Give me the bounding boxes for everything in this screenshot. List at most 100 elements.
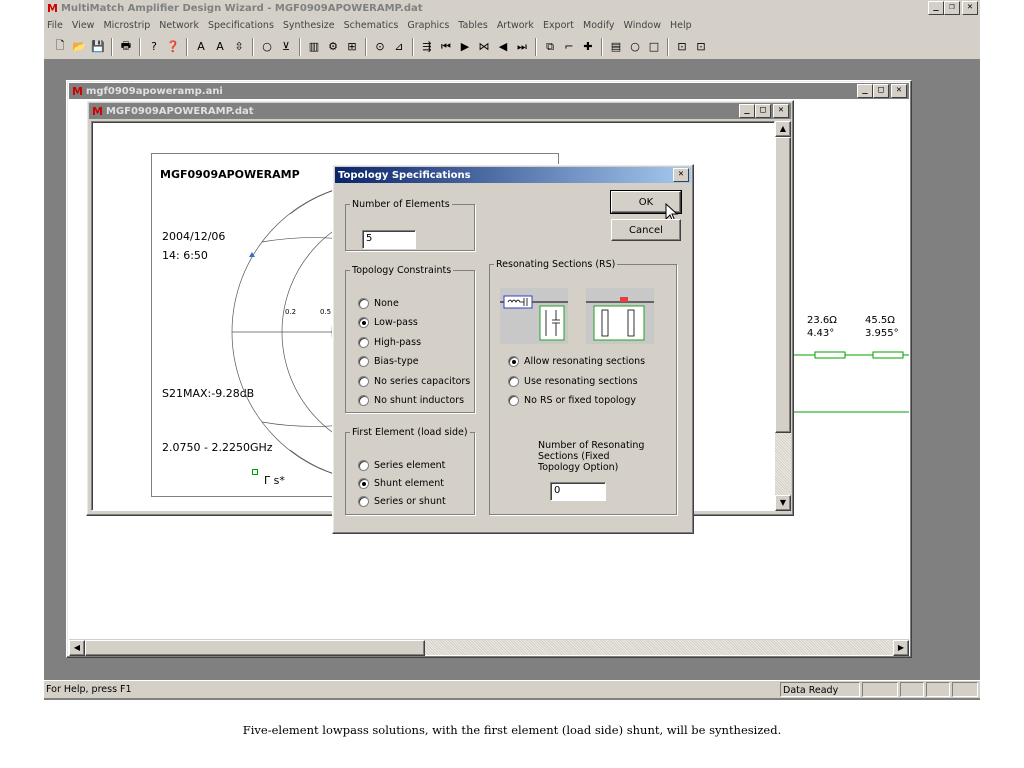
radio-series-or-shunt[interactable]: Series or shunt xyxy=(358,496,446,507)
menu-modify[interactable]: Modify xyxy=(583,20,614,31)
radio-label: Bias-type xyxy=(374,356,419,368)
stack-icon[interactable]: ⊡ xyxy=(674,39,690,55)
text-a-icon[interactable]: A xyxy=(193,39,209,55)
open-icon[interactable]: 📂 xyxy=(71,39,87,55)
radio-shunt-element[interactable]: Shunt element xyxy=(358,478,444,489)
square2-icon[interactable]: □ xyxy=(646,39,662,55)
radio-button-icon[interactable] xyxy=(508,375,519,387)
menu-file[interactable]: File xyxy=(47,20,63,31)
tool-icon[interactable]: ⊻ xyxy=(278,39,294,55)
square-icon[interactable]: ▥ xyxy=(306,39,322,55)
toolbar-separator xyxy=(111,37,113,56)
outer-child-title-bar[interactable]: M mgf0909apoweramp.ani _ □ ✕ xyxy=(69,83,909,99)
radio-button-icon[interactable] xyxy=(358,460,369,471)
menu-synthesize[interactable]: Synthesize xyxy=(283,20,335,31)
radio-button-icon[interactable] xyxy=(358,356,369,368)
menu-window[interactable]: Window xyxy=(624,20,661,31)
radio-no-series-capacitors[interactable]: No series capacitors xyxy=(358,375,470,387)
hscroll-left-button[interactable]: ◀ xyxy=(69,640,85,656)
radio-button-icon[interactable] xyxy=(358,336,369,348)
inner-minimize-button[interactable]: _ xyxy=(739,104,755,118)
menu-export[interactable]: Export xyxy=(543,20,574,31)
radio-no-shunt-inductors[interactable]: No shunt inductors xyxy=(358,395,464,406)
help-icon[interactable]: ? xyxy=(146,39,162,55)
target-icon[interactable]: ⊙ xyxy=(372,39,388,55)
stack2-icon[interactable]: ⊡ xyxy=(693,39,709,55)
radio-button-icon[interactable] xyxy=(358,317,369,329)
back-icon[interactable]: ◀ xyxy=(495,39,511,55)
menu-artwork[interactable]: Artwork xyxy=(497,20,534,31)
num-elements-input[interactable]: 5 xyxy=(362,230,416,249)
radio-button-icon[interactable] xyxy=(358,395,369,406)
radio-allow-resonating-sections[interactable]: Allow resonating sections xyxy=(508,356,645,367)
last-icon[interactable]: ⏭ xyxy=(514,39,530,55)
inner-vscrollbar[interactable]: ▲ ▼ xyxy=(775,121,791,511)
outer-hscrollbar[interactable]: ◀ ▶ xyxy=(69,639,909,656)
print-icon[interactable]: 🖶 xyxy=(118,39,134,55)
box-icon[interactable]: ▤ xyxy=(608,39,624,55)
dialog-title-bar[interactable]: Topology Specifications ✕ xyxy=(335,167,691,183)
menu-network[interactable]: Network xyxy=(159,20,199,31)
rs-count-label-3: Topology Option) xyxy=(538,462,619,473)
toolbar: 🗋 📂 💾 🖶? ❓ A A ⇳ ○ ⊻ ▥ ⚙ ⊞ ⊙ ⊿ ⇶ ⏮ ▶ ⋈ ◀ ⏭ ⧉ ⌐ ✚ ▤ ○ □ ⊡ ⊡ xyxy=(44,34,980,60)
corner-icon[interactable]: ⌐ xyxy=(561,39,577,55)
menu-specifications[interactable]: Specifications xyxy=(208,20,274,31)
circle2-icon[interactable]: ○ xyxy=(627,39,643,55)
new-icon[interactable]: 🗋 xyxy=(52,39,68,55)
menu-microstrip[interactable]: Microstrip xyxy=(103,20,150,31)
tool3-icon[interactable]: ⇶ xyxy=(419,39,435,55)
radio-high-pass[interactable]: High-pass xyxy=(358,336,421,348)
outer-maximize-button[interactable]: □ xyxy=(873,84,889,98)
vscroll-thumb[interactable] xyxy=(775,137,791,433)
tool2-icon[interactable]: ⊿ xyxy=(391,39,407,55)
radio-series-element[interactable]: Series element xyxy=(358,460,445,471)
hscroll-thumb[interactable] xyxy=(85,640,425,656)
outer-minimize-button[interactable]: _ xyxy=(857,84,873,98)
app-title-bar[interactable]: M MultiMatch Amplifier Design Wizard - M… xyxy=(44,0,980,16)
save-icon[interactable]: 💾 xyxy=(90,39,106,55)
radio-use-resonating-sections[interactable]: Use resonating sections xyxy=(508,375,638,387)
radio-button-icon[interactable] xyxy=(358,375,369,387)
step-icon[interactable]: ⋈ xyxy=(476,39,492,55)
network-icon[interactable]: ⚙ xyxy=(325,39,341,55)
window-icon[interactable]: ⧉ xyxy=(542,39,558,55)
first-element-label: First Element (load side) xyxy=(352,427,468,438)
menu-tables[interactable]: Tables xyxy=(458,20,488,31)
radio-button-icon[interactable] xyxy=(508,356,519,367)
app-restore-button[interactable]: ❐ xyxy=(944,1,960,15)
outer-close-button[interactable]: ✕ xyxy=(891,84,907,98)
circle-icon[interactable]: ○ xyxy=(259,39,275,55)
app-close-button[interactable]: ✕ xyxy=(962,1,978,15)
dialog-close-button[interactable]: ✕ xyxy=(673,168,689,182)
inner-maximize-button[interactable]: □ xyxy=(755,104,771,118)
radio-low-pass[interactable]: Low-pass xyxy=(358,317,418,329)
radio-no-rs-or-fixed-topology[interactable]: No RS or fixed topology xyxy=(508,395,636,406)
radio-bias-type[interactable]: Bias-type xyxy=(358,356,419,368)
cancel-button[interactable]: Cancel xyxy=(611,219,681,241)
hscroll-right-button[interactable]: ▶ xyxy=(893,640,909,656)
menu-view[interactable]: View xyxy=(72,20,95,31)
context-help-icon[interactable]: ❓ xyxy=(165,39,181,55)
menu-graphics[interactable]: Graphics xyxy=(407,20,449,31)
play-icon[interactable]: ▶ xyxy=(457,39,473,55)
vscroll-up-button[interactable]: ▲ xyxy=(775,121,791,137)
radio-button-icon[interactable] xyxy=(358,496,369,507)
radio-button-icon[interactable] xyxy=(358,298,369,309)
radio-button-icon[interactable] xyxy=(508,395,519,406)
menu-bar: File View Microstrip Network Specifications S… xyxy=(44,16,980,34)
menu-schematics[interactable]: Schematics xyxy=(344,20,399,31)
app-minimize-button[interactable]: _ xyxy=(928,1,944,15)
component-icon[interactable]: ⊞ xyxy=(344,39,360,55)
vscroll-down-button[interactable]: ▼ xyxy=(775,495,791,511)
cross-icon[interactable]: ✚ xyxy=(580,39,596,55)
cursor-icon[interactable]: ⇳ xyxy=(231,39,247,55)
rs-count-input[interactable]: 0 xyxy=(550,482,606,501)
first-icon[interactable]: ⏮ xyxy=(438,39,454,55)
rs-count-value: 0 xyxy=(554,485,561,496)
menu-help[interactable]: Help xyxy=(670,20,692,31)
radio-none[interactable]: None xyxy=(358,298,399,309)
radio-button-icon[interactable] xyxy=(358,478,369,489)
text-a2-icon[interactable]: A xyxy=(212,39,228,55)
inner-close-button[interactable]: ✕ xyxy=(773,104,789,118)
inner-child-title-bar[interactable]: M MGF0909APOWERAMP.dat _ □ ✕ xyxy=(89,103,791,119)
